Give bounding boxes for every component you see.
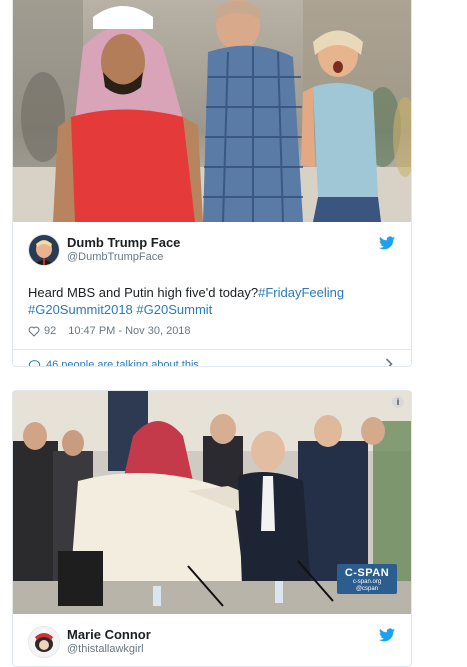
- tweet-header: Dumb Trump Face @DumbTrumpFace: [13, 234, 411, 274]
- author-name[interactable]: Marie Connor: [67, 627, 151, 642]
- embedded-tweet-card[interactable]: Dumb Trump Face @DumbTrumpFace Heard MBS…: [12, 0, 412, 367]
- twitter-bird-icon[interactable]: [379, 236, 395, 250]
- tweet-timestamp[interactable]: 10:47 PM - Nov 30, 2018: [68, 325, 190, 337]
- twitter-bird-icon[interactable]: [379, 628, 395, 642]
- tweet-header: Marie Connor @thistallawkgirl: [13, 626, 411, 666]
- hashtag-link[interactable]: #G20Summit2018: [28, 302, 133, 317]
- speech-bubble-icon: [28, 359, 41, 366]
- talking-count-label: 46 people are talking about this: [46, 359, 199, 367]
- author-avatar[interactable]: [28, 234, 60, 266]
- heart-icon[interactable]: [28, 325, 40, 337]
- author-name[interactable]: Dumb Trump Face: [67, 235, 180, 250]
- avatar-image: [29, 627, 59, 657]
- hashtag-link[interactable]: #FridayFeeling: [258, 285, 344, 300]
- avatar-image: [29, 235, 59, 265]
- page-scroll-gutter: [411, 0, 467, 659]
- embedded-tweet-card[interactable]: C-SPAN c-span.org @cspan i Marie Connor …: [12, 390, 412, 667]
- tweet-body: Heard MBS and Putin high five'd today?: [28, 285, 259, 300]
- author-handle[interactable]: @thistallawkgirl: [67, 643, 144, 655]
- tweet-text: Heard MBS and Putin high five'd today?#F…: [28, 284, 396, 318]
- divider: [13, 349, 411, 350]
- like-count[interactable]: 92: [44, 325, 56, 337]
- conversation-link[interactable]: 46 people are talking about this: [13, 351, 411, 367]
- tweet-meta: 92 10:47 PM - Nov 30, 2018: [28, 325, 396, 337]
- chevron-right-icon: [385, 358, 393, 366]
- author-handle[interactable]: @DumbTrumpFace: [67, 251, 163, 263]
- cspan-watermark: C-SPAN c-span.org @cspan: [337, 564, 397, 594]
- tweet-photo[interactable]: [13, 0, 411, 222]
- info-icon[interactable]: i: [392, 396, 404, 408]
- tweet-photo[interactable]: C-SPAN c-span.org @cspan i: [13, 391, 411, 614]
- cspan-handle: @cspan: [355, 586, 379, 592]
- author-avatar[interactable]: [28, 626, 60, 658]
- cspan-logo: C-SPAN: [344, 567, 390, 579]
- cspan-url: c-span.org: [352, 579, 382, 585]
- hashtag-link[interactable]: #G20Summit: [136, 302, 212, 317]
- meme-photo: [13, 0, 411, 222]
